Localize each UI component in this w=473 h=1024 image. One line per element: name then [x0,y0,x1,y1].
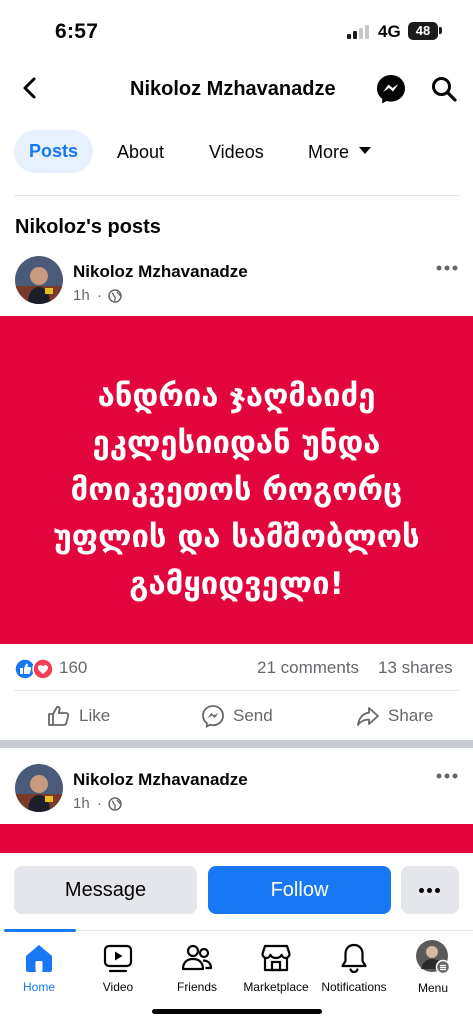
post-image[interactable]: ანდრია ჯაღმაიძე ეკლესიიდან უნდა მოიკვეთო… [0,316,473,644]
nav-label: Marketplace [243,980,309,994]
like-label: Like [79,706,111,725]
post-time[interactable]: 1h [73,287,90,304]
send-button[interactable]: Send [201,704,273,728]
nav-label: Menu [417,981,449,995]
like-icon [48,705,70,726]
friends-icon [181,944,213,971]
meta-dot: · [97,795,102,812]
tab-videos[interactable]: Videos [209,140,264,164]
banner-text-line: მოიკვეთოს როგორც [70,472,403,508]
nav-menu[interactable]: Menu [388,940,473,995]
banner-text-line: უფლის და სამშობლოს [53,519,420,555]
reaction-count[interactable]: 160 [59,658,87,678]
tab-about[interactable]: About [117,140,164,164]
active-tab-indicator [4,929,76,932]
home-icon [26,945,52,972]
nav-label: Home [22,980,55,994]
more-options-icon[interactable] [436,772,458,780]
messenger-send-icon [202,705,224,728]
shares-count[interactable]: 13 shares [378,658,453,678]
nav-label: Video [102,980,134,994]
bell-icon [341,943,367,974]
banner-text-line: ანდრია ჯაღმაიძე [97,378,376,414]
follow-button[interactable]: Follow [208,866,391,914]
more-options-icon[interactable] [436,264,458,272]
page-title: Nikoloz Mzhavanadze [130,78,336,100]
cellular-signal-icon [347,25,371,39]
section-title: Nikoloz's posts [15,216,161,238]
back-arrow-icon[interactable] [18,76,42,100]
nav-label: Friends [176,980,217,994]
post-time[interactable]: 1h [73,795,90,812]
reaction-icons[interactable] [14,658,56,680]
battery-tip [439,27,442,34]
nav-label: Notifications [321,980,387,994]
dot [435,888,440,893]
banner-text-line: ეკლესიიდან უნდა [92,425,381,461]
globe-icon [108,289,122,303]
video-icon [103,944,133,973]
share-label: Share [388,706,434,725]
network-type: 4G [378,22,401,41]
share-icon [357,707,379,726]
battery-icon: 48 [408,22,438,40]
nav-friends[interactable]: Friends [152,942,242,994]
more-actions-button[interactable] [401,866,459,914]
comments-count[interactable]: 21 comments [257,658,359,678]
feed-separator [0,740,473,748]
status-time: 6:57 [55,20,99,43]
divider [14,195,459,196]
nav-notifications[interactable]: Notifications [309,942,399,994]
like-button[interactable]: Like [47,704,110,728]
dot [419,888,424,893]
avatar[interactable] [15,764,63,812]
post-author[interactable]: Nikoloz Mzhavanadze [73,262,248,282]
globe-icon [108,797,122,811]
tab-posts[interactable]: Posts [14,130,93,173]
nav-marketplace[interactable]: Marketplace [231,942,321,994]
dot [427,888,432,893]
message-button[interactable]: Message [14,866,197,914]
search-icon[interactable] [430,75,458,103]
caret-down-icon[interactable] [359,147,371,154]
messenger-icon[interactable] [375,73,407,105]
nav-home[interactable]: Home [0,942,84,994]
divider [14,690,459,691]
tab-more[interactable]: More [308,140,349,164]
nav-video[interactable]: Video [73,942,163,994]
marketplace-icon [261,944,291,972]
menu-avatar-icon [416,940,451,975]
avatar[interactable] [15,256,63,304]
home-indicator [152,1009,322,1014]
share-button[interactable]: Share [356,704,433,728]
banner-text-line: გამყიდველი! [129,566,344,602]
meta-dot: · [97,287,102,304]
post-author[interactable]: Nikoloz Mzhavanadze [73,770,248,790]
post-image[interactable] [0,824,473,854]
send-label: Send [233,706,273,725]
